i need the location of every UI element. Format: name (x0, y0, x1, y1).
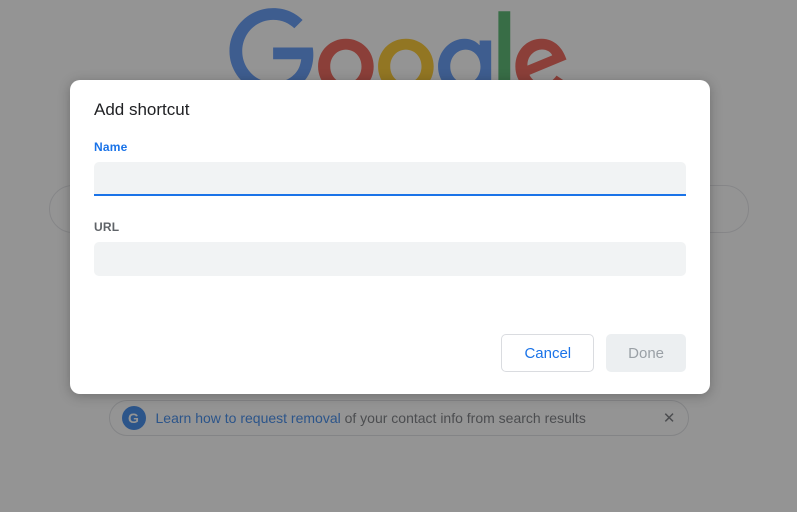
url-input[interactable] (94, 242, 686, 276)
done-button[interactable]: Done (606, 334, 686, 372)
add-shortcut-dialog: Add shortcut Name URL Cancel Done (70, 80, 710, 394)
url-field-label: URL (94, 220, 686, 234)
name-input[interactable] (94, 162, 686, 196)
cancel-button[interactable]: Cancel (501, 334, 594, 372)
modal-backdrop: Add shortcut Name URL Cancel Done (0, 0, 797, 512)
dialog-title: Add shortcut (94, 100, 686, 120)
name-field-label: Name (94, 140, 686, 154)
